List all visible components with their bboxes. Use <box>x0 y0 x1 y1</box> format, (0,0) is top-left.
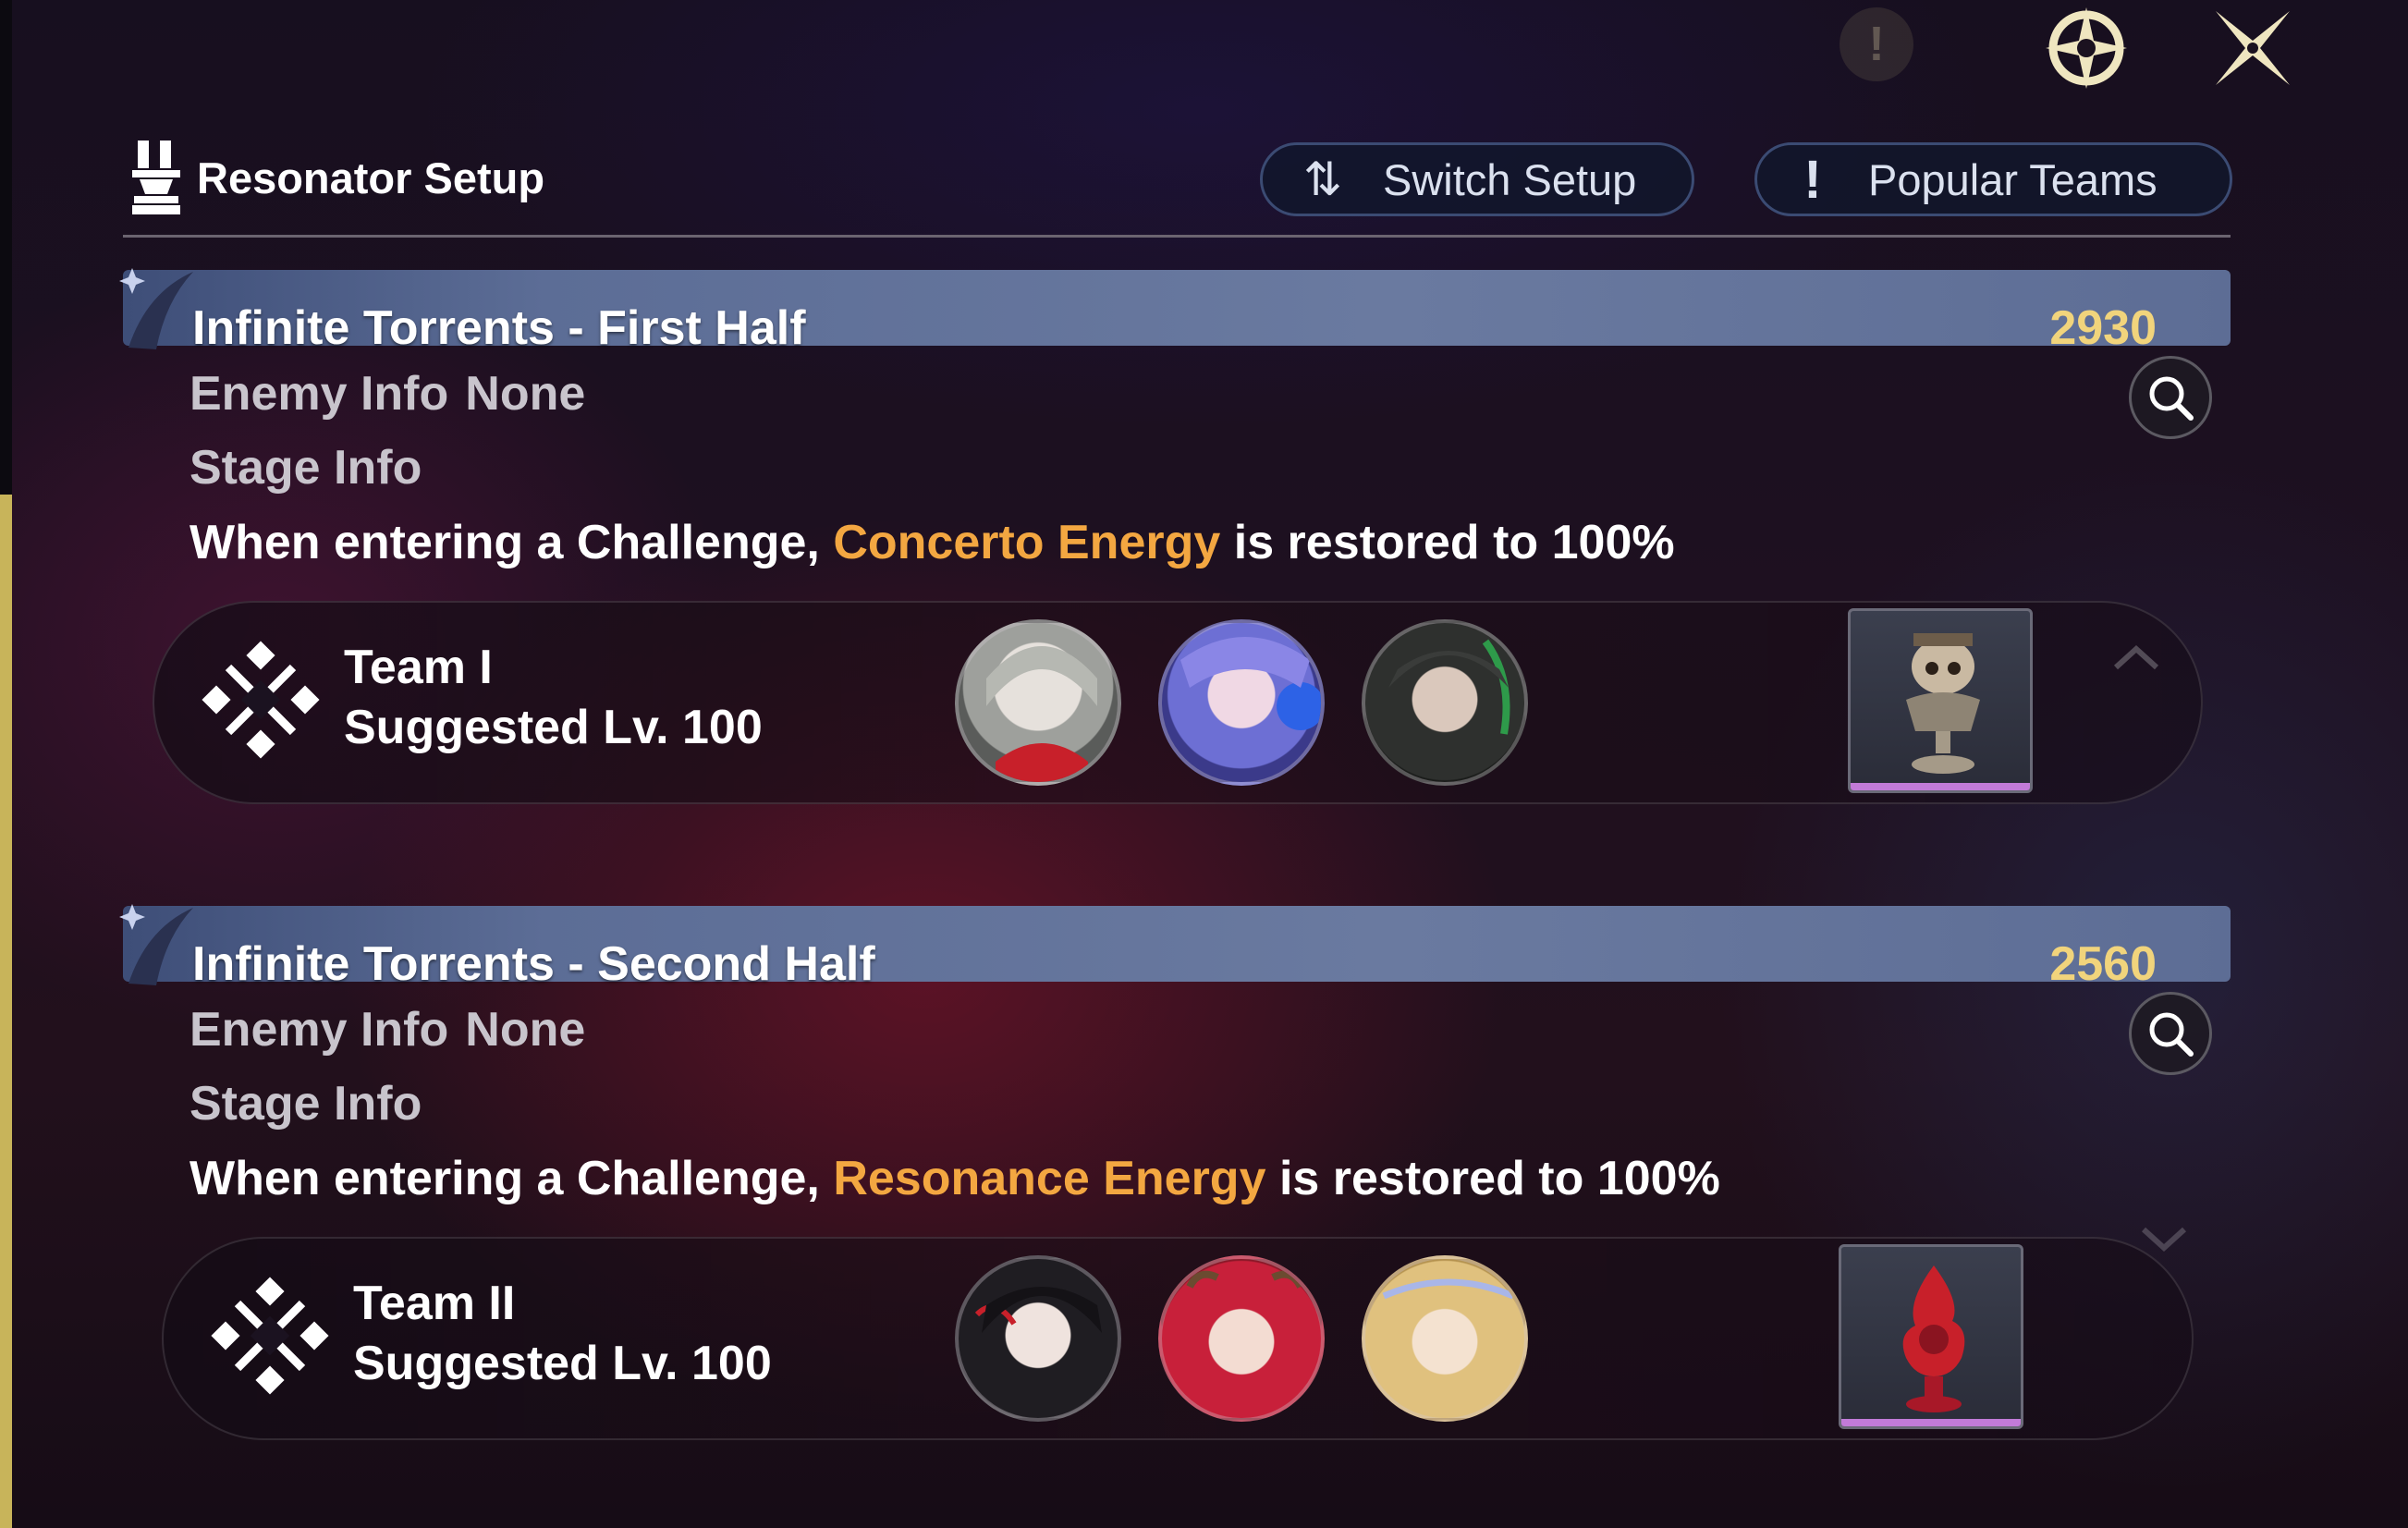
section-title-bar: Infinite Torrents - Second Half 2560 <box>119 904 2231 991</box>
stage-info-label: Stage Info <box>189 441 422 495</box>
header-divider <box>123 235 2231 238</box>
echo-slot[interactable] <box>1839 1244 2023 1429</box>
enemy-info-label: Enemy Info <box>189 367 449 421</box>
close-icon[interactable] <box>2205 0 2301 96</box>
resonator-logo-icon <box>132 137 180 216</box>
effect-suffix: is restored to 100% <box>1220 516 1675 569</box>
enemy-info-label: Enemy Info <box>189 1003 449 1057</box>
chevron-down-icon[interactable] <box>2136 1220 2192 1257</box>
flame-echo-icon <box>1902 1265 1965 1412</box>
effect-prefix: When entering a Challenge, <box>189 1152 834 1205</box>
section-title-bar: Infinite Torrents - First Half 2930 <box>119 268 2231 355</box>
enemy-info-value: None <box>465 1003 586 1057</box>
switch-setup-button[interactable]: ⇅ Switch Setup <box>1260 142 1694 216</box>
enemy-search-button[interactable] <box>2129 356 2212 439</box>
rarity-bar <box>1851 783 2030 790</box>
character-portrait[interactable] <box>1362 1255 1528 1422</box>
enemy-info-value: None <box>465 367 586 421</box>
team-emblem-icon <box>211 1277 329 1395</box>
enemy-info-row: Enemy Info None <box>189 1002 585 1057</box>
page-title: Resonator Setup <box>197 153 545 202</box>
switch-setup-label: Switch Setup <box>1383 154 1637 204</box>
team-name: Team I <box>344 641 493 694</box>
stage-info-label: Stage Info <box>189 1077 422 1131</box>
section-score: 2560 <box>2049 937 2157 991</box>
scroll-indicator[interactable] <box>0 495 12 1528</box>
compass-icon[interactable] <box>2038 0 2134 96</box>
effect-highlight: Concerto Energy <box>833 516 1221 569</box>
left-edge <box>0 0 12 495</box>
section-title: Infinite Torrents - Second Half <box>192 937 875 991</box>
effect-suffix: is restored to 100% <box>1265 1152 1720 1205</box>
exclamation-icon: ! <box>1803 149 1822 210</box>
character-portrait[interactable] <box>1158 1255 1325 1422</box>
section-title: Infinite Torrents - First Half <box>192 301 806 355</box>
team-suggested-level: Suggested Lv. 100 <box>344 701 763 754</box>
team-name: Team II <box>353 1277 516 1330</box>
stage-effect-text: When entering a Challenge, Concerto Ener… <box>189 515 1675 570</box>
echo-slot[interactable] <box>1848 608 2033 793</box>
brush-stroke-icon <box>119 904 193 985</box>
character-portrait[interactable] <box>955 1255 1121 1422</box>
skull-bust-echo-icon <box>1906 633 1980 774</box>
magnifier-icon <box>2149 1012 2194 1057</box>
enemy-search-button[interactable] <box>2129 992 2212 1075</box>
resonator-setup-header: Resonator Setup ⇅ Switch Setup ! Popular… <box>123 129 2232 238</box>
team-suggested-level: Suggested Lv. 100 <box>353 1337 772 1390</box>
character-portrait[interactable] <box>955 619 1121 786</box>
rarity-bar <box>1841 1419 2021 1426</box>
character-portrait[interactable] <box>1362 619 1528 786</box>
team-card[interactable]: Team II Suggested Lv. 100 <box>162 1227 2194 1440</box>
brush-stroke-icon <box>119 268 193 349</box>
chevron-up-icon[interactable] <box>2109 640 2164 677</box>
magnifier-icon <box>2149 376 2194 421</box>
swap-arrows-icon: ⇅ <box>1303 153 1342 205</box>
popular-teams-label: Popular Teams <box>1868 154 2157 204</box>
effect-prefix: When entering a Challenge, <box>189 516 834 569</box>
team-card[interactable]: Team I Suggested Lv. 100 <box>153 601 2203 804</box>
info-icon[interactable]: ! <box>1840 7 1913 81</box>
stage-effect-text: When entering a Challenge, Resonance Ene… <box>189 1151 1720 1206</box>
character-portrait[interactable] <box>1158 619 1325 786</box>
effect-highlight: Resonance Energy <box>833 1152 1266 1205</box>
enemy-info-row: Enemy Info None <box>189 366 585 422</box>
popular-teams-button[interactable]: ! Popular Teams <box>1754 142 2232 216</box>
team-emblem-icon <box>202 641 320 759</box>
section-score: 2930 <box>2049 301 2157 355</box>
